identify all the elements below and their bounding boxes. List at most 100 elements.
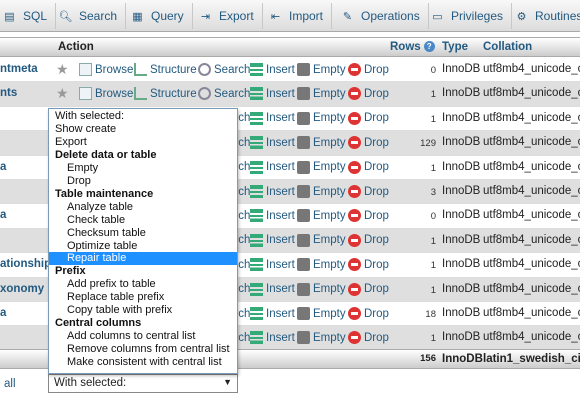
insert-link[interactable]: Insert <box>250 111 295 125</box>
table-name-link[interactable]: a <box>0 307 6 319</box>
table-name-link[interactable]: nts <box>0 87 17 99</box>
dropdown-option[interactable]: Repair table <box>49 252 237 266</box>
empty-link[interactable]: Empty <box>297 233 346 247</box>
tab-sql[interactable]: ▤ SQL <box>0 3 57 29</box>
drop-link[interactable]: Drop <box>348 282 389 296</box>
empty-link[interactable]: Empty <box>297 63 346 76</box>
dropdown-option[interactable]: Check table <box>49 214 237 227</box>
empty-link[interactable]: Empty <box>297 160 346 174</box>
drop-link[interactable]: Drop <box>348 63 389 76</box>
drop-link[interactable]: Drop <box>348 258 389 272</box>
tab-export[interactable]: ⇥ Export <box>192 3 263 29</box>
collation-link[interactable]: utf8mb4_unicode_ci <box>483 136 580 148</box>
dropdown-option[interactable]: Copy table with prefix <box>49 304 237 317</box>
insert-icon <box>250 233 263 247</box>
tab-routines[interactable]: ⚙ Routines <box>508 3 580 29</box>
collation-link[interactable]: utf8mb4_unicode_ci <box>483 112 580 124</box>
with-selected-select[interactable]: With selected: ▼ <box>48 374 238 393</box>
dropdown-option[interactable]: Replace table prefix <box>49 291 237 304</box>
drop-link[interactable]: Drop <box>348 160 389 174</box>
tab-query[interactable]: ▦ Query <box>124 3 193 29</box>
collation-link[interactable]: utf8mb4_unicode_ci <box>483 87 580 99</box>
dropdown-option[interactable]: Show create <box>49 123 237 136</box>
dropdown-option[interactable]: Add columns to central list <box>49 330 237 343</box>
structure-link[interactable]: Structure <box>134 63 197 76</box>
dropdown-option[interactable]: Optimize table <box>49 240 237 253</box>
dropdown-option[interactable]: Export <box>49 136 237 149</box>
empty-link[interactable]: Empty <box>297 185 346 198</box>
insert-link[interactable]: Insert <box>250 233 295 247</box>
empty-link[interactable]: Empty <box>297 136 346 150</box>
tab-import[interactable]: ⇤ Import <box>262 3 333 29</box>
header-type[interactable]: Type <box>442 41 468 53</box>
drop-label: Drop <box>364 112 389 125</box>
table-name-link[interactable]: a <box>0 161 6 173</box>
insert-link[interactable]: Insert <box>250 136 295 150</box>
drop-link[interactable]: Drop <box>348 87 389 101</box>
table-name-link[interactable]: ntmeta <box>0 63 38 75</box>
collation-link[interactable]: utf8mb4_unicode_ci <box>483 63 580 75</box>
favorite-star-icon[interactable]: ★ <box>56 86 75 101</box>
empty-link[interactable]: Empty <box>297 282 346 296</box>
check-all-link[interactable]: all <box>4 378 16 390</box>
table-name-link[interactable]: xonomy <box>0 283 44 295</box>
collation-link[interactable]: utf8mb4_unicode_ci <box>483 331 580 343</box>
insert-link[interactable]: Insert <box>250 63 295 76</box>
dropdown-option[interactable]: Empty <box>49 162 237 175</box>
empty-link[interactable]: Empty <box>297 331 346 345</box>
dropdown-option[interactable]: Add prefix to table <box>49 278 237 291</box>
help-icon[interactable]: ? <box>423 41 435 53</box>
row-count: 1 <box>430 284 436 296</box>
drop-link[interactable]: Drop <box>348 307 389 320</box>
dropdown-option[interactable]: Checksum table <box>49 227 237 240</box>
insert-icon <box>250 160 263 174</box>
dropdown-option[interactable]: Analyze table <box>49 201 237 214</box>
tab-search[interactable]: 🔍︎ Search <box>52 3 127 29</box>
insert-link[interactable]: Insert <box>250 185 295 198</box>
insert-link[interactable]: Insert <box>250 331 295 345</box>
drop-link[interactable]: Drop <box>348 136 389 150</box>
empty-link[interactable]: Empty <box>297 111 346 125</box>
collation-link[interactable]: utf8mb4_unicode_ci <box>483 185 580 197</box>
drop-link[interactable]: Drop <box>348 233 389 247</box>
empty-label: Empty <box>313 234 346 247</box>
empty-link[interactable]: Empty <box>297 307 346 320</box>
drop-link[interactable]: Drop <box>348 111 389 125</box>
collation-link[interactable]: utf8mb4_unicode_ci <box>483 161 580 173</box>
structure-link[interactable]: Structure <box>134 87 197 101</box>
collation-link[interactable]: utf8mb4_unicode_ci <box>483 234 580 246</box>
dropdown-option[interactable]: With selected: <box>49 110 237 123</box>
tab-privileges[interactable]: ▭ Privileges <box>424 3 513 29</box>
collation-link[interactable]: utf8mb4_unicode_ci <box>483 258 580 270</box>
header-collation[interactable]: Collation <box>483 41 532 53</box>
insert-link[interactable]: Insert <box>250 282 295 296</box>
insert-link[interactable]: Insert <box>250 160 295 174</box>
empty-label: Empty <box>313 307 346 320</box>
drop-link[interactable]: Drop <box>348 209 389 223</box>
insert-link[interactable]: Insert <box>250 209 295 223</box>
insert-link[interactable]: Insert <box>250 87 295 101</box>
dropdown-option[interactable]: Remove columns from central list <box>49 343 237 356</box>
empty-link[interactable]: Empty <box>297 87 346 101</box>
collation-link[interactable]: utf8mb4_unicode_ci <box>483 283 580 295</box>
browse-link[interactable]: Browse <box>79 87 133 101</box>
drop-link[interactable]: Drop <box>348 331 389 345</box>
empty-link[interactable]: Empty <box>297 258 346 272</box>
empty-icon <box>297 331 310 345</box>
collation-link[interactable]: utf8mb4_unicode_ci <box>483 209 580 221</box>
dropdown-option[interactable]: Drop <box>49 175 237 188</box>
dropdown-option[interactable]: Make consistent with central list <box>49 356 237 369</box>
favorite-star-icon[interactable]: ★ <box>56 62 75 77</box>
table-name-link[interactable]: a <box>0 209 6 221</box>
header-rows[interactable]: Rows? <box>390 41 435 53</box>
collation-link[interactable]: utf8mb4_unicode_ci <box>483 307 580 319</box>
drop-link[interactable]: Drop <box>348 185 389 198</box>
insert-link[interactable]: Insert <box>250 307 295 320</box>
empty-link[interactable]: Empty <box>297 209 346 223</box>
search-link[interactable]: Search <box>198 87 250 101</box>
insert-link[interactable]: Insert <box>250 258 295 272</box>
browse-link[interactable]: Browse <box>79 63 133 76</box>
tab-operations[interactable]: ✎ Operations <box>334 3 429 29</box>
row-count: 1 <box>430 162 436 174</box>
search-link[interactable]: Search <box>198 63 250 76</box>
